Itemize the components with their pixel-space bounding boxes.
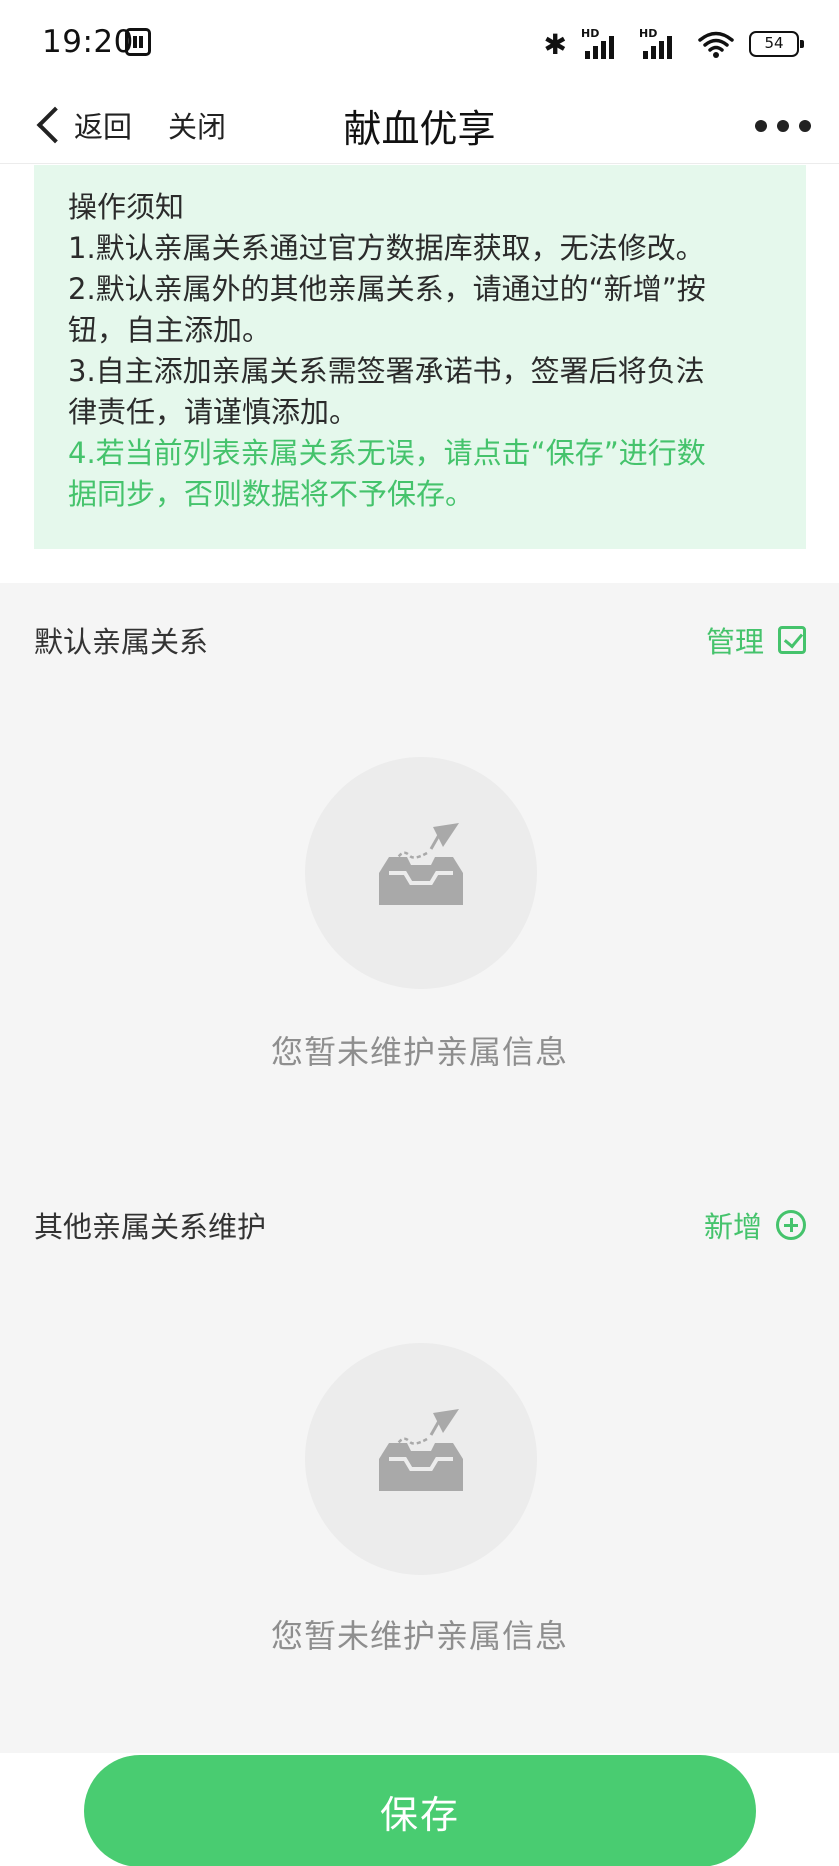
battery-icon: 54 bbox=[749, 31, 804, 57]
empty-inbox-icon bbox=[379, 823, 463, 905]
save-button[interactable]: 保存 bbox=[84, 1755, 756, 1866]
notice-line-4a: 4.若当前列表亲属关系无误，请点击“保存”进行数 bbox=[68, 436, 706, 470]
empty-text: 您暂未维护亲属信息 bbox=[270, 1617, 568, 1655]
manage-label[interactable]: 管理 bbox=[706, 619, 764, 661]
empty-illustration bbox=[305, 757, 537, 989]
signal-1-icon: HD bbox=[581, 27, 625, 59]
notice-heading: 操作须知 bbox=[68, 190, 185, 224]
other-relatives-empty: 您暂未维护亲属信息 bbox=[0, 1343, 839, 1655]
status-indicators: ✱ HD HD 54 bbox=[543, 24, 804, 64]
add-button[interactable]: 新增 bbox=[704, 1204, 806, 1246]
other-relatives-title: 其他亲属关系维护 bbox=[34, 1210, 267, 1244]
nav-bar: 返回 关闭 献血优享 bbox=[0, 88, 839, 164]
signal-2-icon: HD bbox=[639, 27, 683, 59]
bluetooth-icon: ✱ bbox=[543, 27, 567, 61]
notice-line-2a: 2.默认亲属外的其他亲属关系，请通过的“新增”按 bbox=[68, 272, 706, 306]
more-menu-icon[interactable] bbox=[755, 106, 811, 146]
notice-line-1: 1.默认亲属关系通过官方数据库获取，无法修改。 bbox=[68, 231, 705, 265]
back-button[interactable]: 返回 bbox=[74, 104, 132, 146]
notice-box: 操作须知 1.默认亲属关系通过官方数据库获取，无法修改。 2.默认亲属外的其他亲… bbox=[34, 165, 806, 549]
notice-line-3b: 律责任，请谨慎添加。 bbox=[68, 395, 359, 429]
notice-area: 操作须知 1.默认亲属关系通过官方数据库获取，无法修改。 2.默认亲属外的其他亲… bbox=[0, 165, 839, 583]
nfc-icon bbox=[125, 28, 151, 56]
back-icon[interactable] bbox=[30, 102, 70, 146]
manage-button[interactable]: 管理 bbox=[706, 619, 806, 661]
add-label[interactable]: 新增 bbox=[704, 1204, 762, 1246]
checkbox-icon[interactable] bbox=[778, 626, 806, 654]
close-button[interactable]: 关闭 bbox=[168, 104, 226, 146]
content-area: 默认亲属关系 管理 您暂未维护亲属信息 其他亲属关系维护 新增 您暂未维护亲属信… bbox=[0, 583, 839, 1753]
default-relatives-empty: 您暂未维护亲属信息 bbox=[0, 757, 839, 1071]
default-relatives-title: 默认亲属关系 bbox=[34, 625, 209, 659]
empty-illustration bbox=[305, 1343, 537, 1575]
bottom-bar: 保存 bbox=[0, 1753, 839, 1866]
empty-inbox-icon bbox=[379, 1409, 463, 1491]
battery-level: 54 bbox=[764, 34, 784, 52]
wifi-icon bbox=[697, 29, 735, 59]
status-time: 19:20 bbox=[42, 24, 134, 60]
notice-line-2b: 钮，自主添加。 bbox=[68, 313, 272, 347]
default-relatives-header: 默认亲属关系 管理 bbox=[34, 619, 806, 663]
notice-line-3a: 3.自主添加亲属关系需签署承诺书，签署后将负法 bbox=[68, 354, 705, 388]
other-relatives-header: 其他亲属关系维护 新增 bbox=[34, 1204, 806, 1248]
notice-line-4b: 据同步，否则数据将不予保存。 bbox=[68, 477, 475, 511]
empty-text: 您暂未维护亲属信息 bbox=[270, 1033, 568, 1071]
plus-circle-icon[interactable] bbox=[776, 1210, 806, 1240]
status-bar: 19:20 ✱ HD HD 54 bbox=[0, 0, 839, 88]
